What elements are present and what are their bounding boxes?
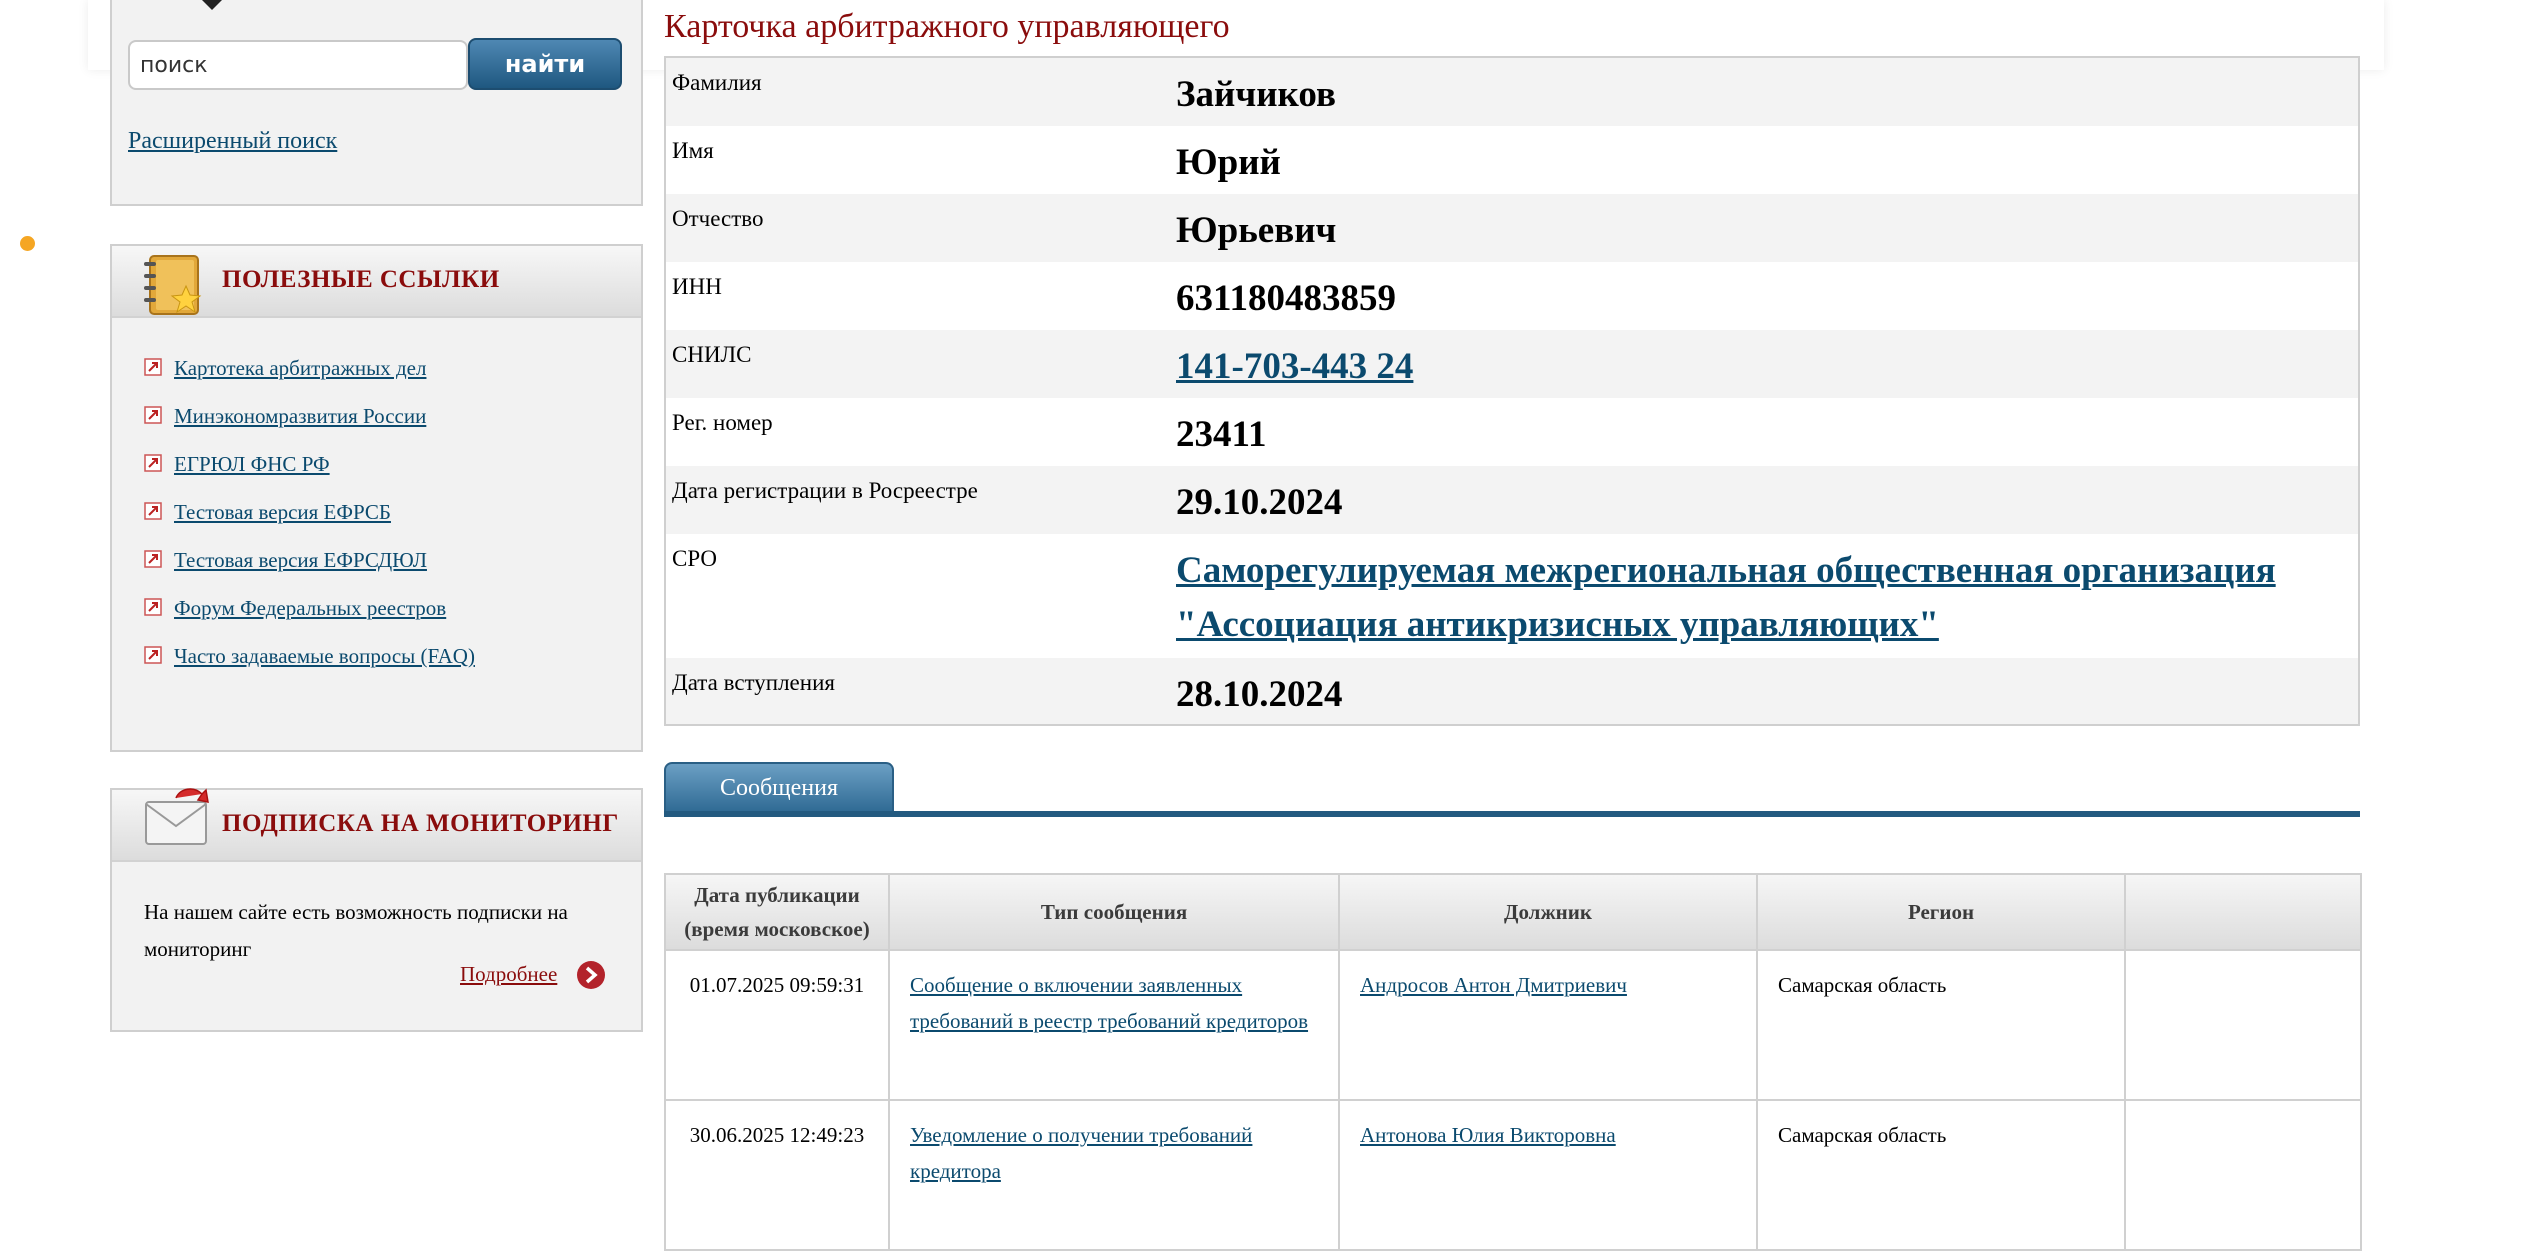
monitoring-title: ПОДПИСКА НА МОНИТОРИНГ — [222, 810, 619, 837]
useful-link-item: ЕГРЮЛ ФНС РФ — [144, 452, 641, 500]
messages-table: Дата публикации (время московское) Тип с… — [664, 873, 2362, 1251]
message-type-cell: Уведомление о получении требований креди… — [888, 1099, 1340, 1251]
external-link-icon — [144, 598, 162, 616]
card-value: Юрьевич — [1176, 210, 1337, 251]
search-tab-arrow-icon — [202, 0, 222, 10]
extra-cell — [2124, 949, 2362, 1101]
card-label: СНИЛС — [672, 342, 752, 367]
card-row-patronymic: Отчество Юрьевич — [666, 194, 2358, 262]
message-type-link[interactable]: Сообщение о включении заявленных требова… — [910, 973, 1308, 1033]
card-value: Юрий — [1176, 142, 1281, 183]
tab-underline — [664, 811, 2360, 817]
useful-link-item: Картотека арбитражных дел — [144, 356, 641, 404]
table-header-row: Дата публикации (время московское) Тип с… — [664, 873, 2362, 951]
monitoring-more-link[interactable]: Подробнее — [460, 962, 557, 987]
useful-link-faq[interactable]: Часто задаваемые вопросы (FAQ) — [174, 644, 475, 669]
card-row-reg-number: Рег. номер 23411 — [666, 398, 2358, 466]
monitoring-panel: ПОДПИСКА НА МОНИТОРИНГ На нашем сайте ес… — [110, 788, 643, 1032]
card-row-join-date: Дата вступления 28.10.2024 — [666, 658, 2358, 724]
column-header-date[interactable]: Дата публикации (время московское) — [664, 873, 890, 951]
envelope-subscribe-icon — [145, 788, 209, 845]
external-link-icon — [144, 358, 162, 376]
column-header-extra — [2124, 873, 2362, 951]
column-header-type[interactable]: Тип сообщения — [888, 873, 1340, 951]
page-title: Карточка арбитражного управляющего — [664, 8, 1230, 45]
table-row: 01.07.2025 09:59:31 Сообщение о включени… — [664, 949, 2362, 1101]
debtor-cell: Антонова Юлия Викторовна — [1338, 1099, 1758, 1251]
table-row: 30.06.2025 12:49:23 Уведомление о получе… — [664, 1099, 2362, 1251]
region-cell: Самарская область — [1756, 1099, 2126, 1251]
useful-link-ministry[interactable]: Минэкономразвития России — [174, 404, 426, 429]
sro-link[interactable]: Саморегулируемая межрегиональная обществ… — [1176, 550, 2276, 645]
useful-link-egrul[interactable]: ЕГРЮЛ ФНС РФ — [174, 452, 330, 477]
debtor-cell: Андросов Антон Дмитриевич — [1338, 949, 1758, 1101]
useful-link-arbitration-cases[interactable]: Картотека арбитражных дел — [174, 356, 426, 381]
card-label: ИНН — [672, 274, 722, 299]
card-label: Дата вступления — [672, 670, 835, 695]
useful-link-item: Тестовая версия ЕФРСБ — [144, 500, 641, 548]
debtor-link[interactable]: Андросов Антон Дмитриевич — [1360, 973, 1627, 997]
search-panel: найти Расширенный поиск — [110, 0, 643, 206]
column-header-region[interactable]: Регион — [1756, 873, 2126, 951]
card-label: Имя — [672, 138, 714, 163]
useful-link-test-efrsdyul[interactable]: Тестовая версия ЕФРСДЮЛ — [174, 548, 427, 573]
message-type-cell: Сообщение о включении заявленных требова… — [888, 949, 1340, 1101]
useful-links-title: ПОЛЕЗНЫЕ ССЫЛКИ — [222, 266, 500, 293]
card-label: СРО — [672, 546, 718, 571]
useful-link-item: Тестовая версия ЕФРСДЮЛ — [144, 548, 641, 596]
useful-link-item: Минэкономразвития России — [144, 404, 641, 452]
search-button[interactable]: найти — [468, 38, 622, 90]
card-row-inn: ИНН 631180483859 — [666, 262, 2358, 330]
card-value: 29.10.2024 — [1176, 482, 1343, 523]
orange-dot-marker — [20, 236, 35, 251]
manager-card: Фамилия Зайчиков Имя Юрий Отчество Юрьев… — [664, 56, 2360, 726]
card-label: Фамилия — [672, 70, 762, 95]
extra-cell — [2124, 1099, 2362, 1251]
card-value: 141-703-443 24 — [1176, 330, 2358, 398]
useful-link-item: Форум Федеральных реестров — [144, 596, 641, 644]
card-row-firstname: Имя Юрий — [666, 126, 2358, 194]
card-value: 23411 — [1176, 414, 1267, 455]
card-value: Саморегулируемая межрегиональная обществ… — [1176, 534, 2358, 658]
snils-link[interactable]: 141-703-443 24 — [1176, 346, 1413, 387]
card-label: Отчество — [672, 206, 764, 231]
region-cell: Самарская область — [1756, 949, 2126, 1101]
external-link-icon — [144, 406, 162, 424]
card-value: 631180483859 — [1176, 278, 1396, 319]
debtor-link[interactable]: Антонова Юлия Викторовна — [1360, 1123, 1616, 1147]
external-link-icon — [144, 550, 162, 568]
external-link-icon — [144, 454, 162, 472]
card-row-sro: СРО Саморегулируемая межрегиональная общ… — [666, 534, 2358, 658]
monitoring-description: На нашем сайте есть возможность подписки… — [144, 900, 568, 961]
useful-link-forum[interactable]: Форум Федеральных реестров — [174, 596, 446, 621]
card-row-lastname: Фамилия Зайчиков — [666, 58, 2358, 126]
search-input[interactable] — [128, 40, 468, 90]
message-type-link[interactable]: Уведомление о получении требований креди… — [910, 1123, 1252, 1183]
useful-links-header: ПОЛЕЗНЫЕ ССЫЛКИ — [112, 246, 641, 318]
external-link-icon — [144, 646, 162, 664]
card-value: Зайчиков — [1176, 74, 1336, 115]
card-row-snils: СНИЛС 141-703-443 24 — [666, 330, 2358, 398]
monitoring-header: ПОДПИСКА НА МОНИТОРИНГ — [112, 788, 641, 862]
card-row-reg-date: Дата регистрации в Росреестре 29.10.2024 — [666, 466, 2358, 534]
card-label: Дата регистрации в Росреестре — [672, 478, 978, 503]
arrow-right-circle-icon[interactable] — [576, 960, 606, 990]
tab-messages[interactable]: Сообщения — [664, 762, 894, 812]
useful-links-panel: ПОЛЕЗНЫЕ ССЫЛКИ Картотека арбитражных де… — [110, 244, 643, 752]
card-value: 28.10.2024 — [1176, 674, 1343, 715]
useful-link-item: Часто задаваемые вопросы (FAQ) — [144, 644, 641, 692]
column-header-debtor[interactable]: Должник — [1338, 873, 1758, 951]
useful-link-test-efrsb[interactable]: Тестовая версия ЕФРСБ — [174, 500, 391, 525]
useful-links-list: Картотека арбитражных дел Минэкономразви… — [112, 318, 641, 692]
external-link-icon — [144, 502, 162, 520]
address-book-star-icon — [144, 255, 202, 315]
advanced-search-link[interactable]: Расширенный поиск — [128, 128, 337, 155]
message-date: 01.07.2025 09:59:31 — [664, 949, 890, 1101]
message-date: 30.06.2025 12:49:23 — [664, 1099, 890, 1251]
card-label: Рег. номер — [672, 410, 773, 435]
